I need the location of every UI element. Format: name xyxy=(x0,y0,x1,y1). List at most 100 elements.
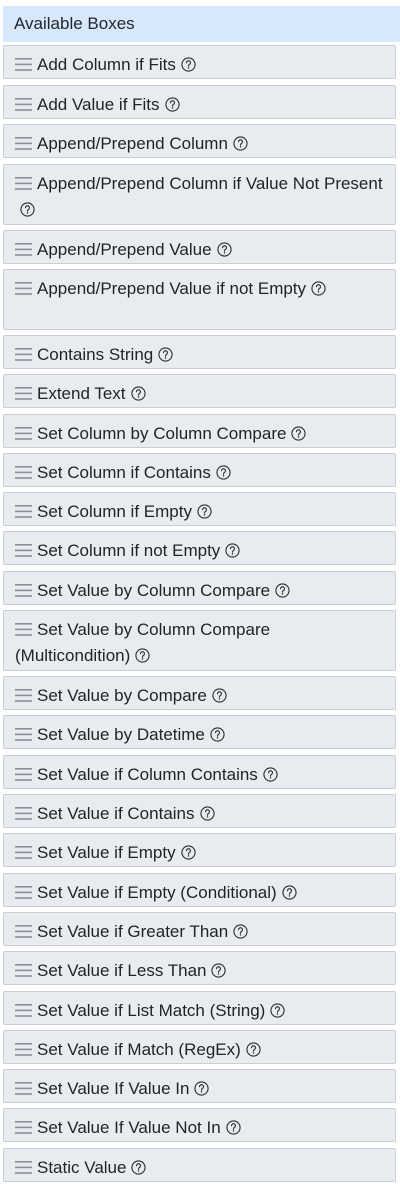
drag-handle-icon[interactable] xyxy=(15,846,32,859)
question-circle-icon[interactable] xyxy=(131,1160,147,1175)
box-item-set-value-by-column-compare-multicondition[interactable]: Set Value by Column Compare (Multicondit… xyxy=(3,610,396,671)
drag-handle-icon[interactable] xyxy=(15,768,32,781)
drag-handle-icon[interactable] xyxy=(15,1082,32,1095)
box-item-set-value-by-compare[interactable]: Set Value by Compare xyxy=(3,676,396,710)
panel-title: Available Boxes xyxy=(3,6,400,42)
box-item-label: Set Value by Datetime xyxy=(37,725,205,744)
box-item-label: Set Column if not Empty xyxy=(37,541,221,560)
box-item-set-value-if-value-in[interactable]: Set Value If Value In xyxy=(3,1069,396,1103)
box-item-label: Contains String xyxy=(37,345,154,364)
drag-handle-icon[interactable] xyxy=(15,58,32,71)
question-circle-icon[interactable] xyxy=(291,426,307,441)
box-item-set-value-if-list-match-string[interactable]: Set Value if List Match (String) xyxy=(3,991,396,1025)
box-item-label: Append/Prepend Column xyxy=(37,134,228,153)
drag-handle-icon[interactable] xyxy=(15,243,32,256)
box-item-set-column-by-column-compare[interactable]: Set Column by Column Compare xyxy=(3,414,396,448)
question-circle-icon[interactable] xyxy=(199,806,215,821)
question-circle-icon[interactable] xyxy=(225,543,240,558)
question-circle-icon[interactable] xyxy=(20,202,35,217)
drag-handle-icon[interactable] xyxy=(15,348,32,361)
drag-handle-icon[interactable] xyxy=(15,177,32,190)
box-item-set-value-if-contains[interactable]: Set Value if Contains xyxy=(3,794,396,828)
question-circle-icon[interactable] xyxy=(194,1081,210,1096)
question-circle-icon[interactable] xyxy=(216,242,232,257)
drag-handle-icon[interactable] xyxy=(15,505,32,518)
box-item-label: Set Value If Value In xyxy=(37,1079,190,1098)
box-item-label: Set Value if List Match (String) xyxy=(37,1001,266,1020)
box-item-set-column-if-empty[interactable]: Set Column if Empty xyxy=(3,492,396,526)
question-circle-icon[interactable] xyxy=(216,465,231,480)
box-item-set-value-if-column-contains[interactable]: Set Value if Column Contains xyxy=(3,755,396,789)
box-item-label: Set Value if Empty xyxy=(37,843,176,862)
box-item-set-value-by-column-compare[interactable]: Set Value by Column Compare xyxy=(3,571,396,605)
box-item-label: Set Column if Contains xyxy=(37,463,211,482)
question-circle-icon[interactable] xyxy=(210,727,225,742)
question-circle-icon[interactable] xyxy=(135,648,150,663)
box-item-set-column-if-not-empty[interactable]: Set Column if not Empty xyxy=(3,531,396,565)
box-item-label: Set Value if Match (RegEx) xyxy=(37,1040,241,1059)
box-item-label: Set Value if Greater Than xyxy=(37,922,229,941)
box-item-label: Set Value by Column Compare xyxy=(37,581,271,600)
drag-handle-icon[interactable] xyxy=(15,387,32,400)
drag-handle-icon[interactable] xyxy=(15,1004,32,1017)
question-circle-icon[interactable] xyxy=(212,688,227,703)
box-item-label: Set Value if Column Contains xyxy=(37,765,258,784)
box-item-add-value-if-fits[interactable]: Add Value if Fits xyxy=(3,85,396,119)
drag-handle-icon[interactable] xyxy=(15,282,32,295)
box-item-add-column-if-fits[interactable]: Add Column if Fits xyxy=(3,45,396,79)
drag-handle-icon[interactable] xyxy=(15,623,32,636)
question-circle-icon[interactable] xyxy=(181,57,196,72)
box-item-set-value-by-datetime[interactable]: Set Value by Datetime xyxy=(3,715,396,749)
drag-handle-icon[interactable] xyxy=(15,544,32,557)
question-circle-icon[interactable] xyxy=(233,924,248,939)
question-circle-icon[interactable] xyxy=(282,885,297,900)
box-item-static-value[interactable]: Static Value xyxy=(3,1148,396,1182)
drag-handle-icon[interactable] xyxy=(15,728,32,741)
drag-handle-icon[interactable] xyxy=(15,98,32,111)
question-circle-icon[interactable] xyxy=(275,583,290,598)
question-circle-icon[interactable] xyxy=(180,845,196,860)
box-item-set-value-if-value-not-in[interactable]: Set Value If Value Not In xyxy=(3,1108,396,1142)
question-circle-icon[interactable] xyxy=(311,281,326,296)
drag-handle-icon[interactable] xyxy=(15,925,32,938)
box-item-label: Append/Prepend Column if Value Not Prese… xyxy=(37,174,383,193)
drag-handle-icon[interactable] xyxy=(15,427,32,440)
box-item-append-prepend-column[interactable]: Append/Prepend Column xyxy=(3,124,396,158)
available-boxes-panel: Available Boxes Add Column if Fits Add Va… xyxy=(0,0,400,1188)
drag-handle-icon[interactable] xyxy=(15,466,32,479)
drag-handle-icon[interactable] xyxy=(15,584,32,597)
box-item-label: Set Column by Column Compare xyxy=(37,424,287,443)
box-item-append-prepend-value[interactable]: Append/Prepend Value xyxy=(3,230,396,264)
box-item-set-value-if-empty-conditional[interactable]: Set Value if Empty (Conditional) xyxy=(3,873,396,907)
box-item-append-prepend-value-if-not-empty[interactable]: Append/Prepend Value if not Empty xyxy=(3,269,396,330)
box-item-contains-string[interactable]: Contains String xyxy=(3,335,396,369)
question-circle-icon[interactable] xyxy=(263,767,278,782)
question-circle-icon[interactable] xyxy=(158,347,173,362)
box-item-set-column-if-contains[interactable]: Set Column if Contains xyxy=(3,453,396,487)
box-item-label: Add Column if Fits xyxy=(37,55,176,74)
drag-handle-icon[interactable] xyxy=(15,1121,32,1134)
drag-handle-icon[interactable] xyxy=(15,137,32,150)
question-circle-icon[interactable] xyxy=(226,1120,241,1135)
question-circle-icon[interactable] xyxy=(246,1042,261,1057)
drag-handle-icon[interactable] xyxy=(15,964,32,977)
box-item-set-value-if-empty[interactable]: Set Value if Empty xyxy=(3,833,396,867)
drag-handle-icon[interactable] xyxy=(15,807,32,820)
box-item-set-value-if-match-regex[interactable]: Set Value if Match (RegEx) xyxy=(3,1030,396,1064)
question-circle-icon[interactable] xyxy=(211,963,227,978)
question-circle-icon[interactable] xyxy=(270,1003,285,1018)
question-circle-icon[interactable] xyxy=(233,136,248,151)
drag-handle-icon[interactable] xyxy=(15,689,32,702)
box-item-set-value-if-less-than[interactable]: Set Value if Less Than xyxy=(3,951,396,985)
question-circle-icon[interactable] xyxy=(197,504,212,519)
box-item-set-value-if-greater-than[interactable]: Set Value if Greater Than xyxy=(3,912,396,946)
question-circle-icon[interactable] xyxy=(130,386,146,401)
box-item-label: Set Value if Less Than xyxy=(37,961,207,980)
drag-handle-icon[interactable] xyxy=(15,1161,32,1174)
drag-handle-icon[interactable] xyxy=(15,1043,32,1056)
box-item-append-prepend-column-if-value-not-present[interactable]: Append/Prepend Column if Value Not Prese… xyxy=(3,164,396,225)
box-item-label: Set Value if Contains xyxy=(37,804,195,823)
question-circle-icon[interactable] xyxy=(164,97,180,112)
drag-handle-icon[interactable] xyxy=(15,886,32,899)
box-item-extend-text[interactable]: Extend Text xyxy=(3,374,396,408)
